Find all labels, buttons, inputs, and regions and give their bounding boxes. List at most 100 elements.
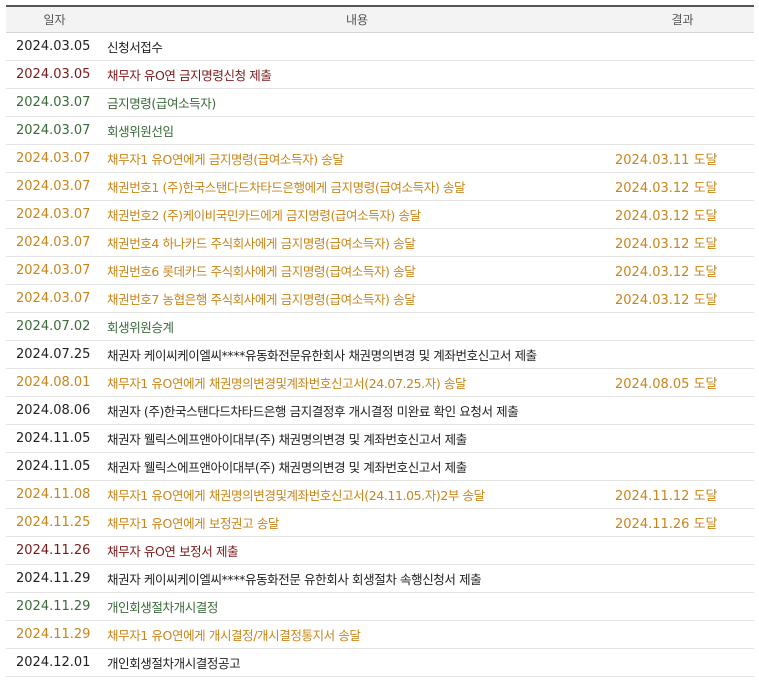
- result-cell: [611, 88, 754, 117]
- date-cell: 2024.11.05: [6, 452, 103, 481]
- date-cell: 2024.08.01: [6, 368, 103, 397]
- date-cell: 2024.03.07: [6, 284, 103, 313]
- table-row: 2024.11.29 채무자1 유O연에게 개시결정/개시결정통지서 송달: [6, 620, 754, 649]
- table-row: 2024.11.08 채무자1 유O연에게 채권명의변경및계좌번호신고서(24.1…: [6, 480, 754, 509]
- result-cell: [611, 592, 754, 621]
- result-cell: 2024.03.12 도달: [611, 284, 754, 313]
- date-cell: 2024.03.07: [6, 228, 103, 257]
- date-cell: 2024.03.07: [6, 200, 103, 229]
- table-row: 2024.03.07 금지명령(급여소득자): [6, 88, 754, 117]
- date-cell: 2024.08.06: [6, 396, 103, 425]
- result-cell: [611, 536, 754, 565]
- date-cell: 2024.11.08: [6, 480, 103, 509]
- table-row: 2024.08.01 채무자1 유O연에게 채권명의변경및계좌번호신고서(24.0…: [6, 368, 754, 397]
- table-row: 2024.11.29 채권자 케이씨케이엘씨****유동화전문 유한회사 회생절차…: [6, 564, 754, 593]
- result-cell: 2024.03.12 도달: [611, 200, 754, 229]
- content-cell: 채무자1 유O연에게 보정권고 송달: [103, 508, 611, 537]
- content-cell: 채권자 웰릭스에프앤아이대부(주) 채권명의변경 및 계좌번호신고서 제출: [103, 452, 611, 481]
- result-cell: [611, 32, 754, 61]
- content-cell: 신청서접수: [103, 32, 611, 61]
- content-cell: 채권번호2 (주)케이비국민카드에게 금지명령(급여소득자) 송달: [103, 200, 611, 229]
- date-cell: 2024.03.05: [6, 32, 103, 61]
- table-row: 2024.11.29 개인회생절차개시결정: [6, 592, 754, 621]
- result-cell: [611, 620, 754, 649]
- content-cell: 채권자 케이씨케이엘씨****유동화전문유한회사 채권명의변경 및 계좌번호신고…: [103, 340, 611, 369]
- result-cell: 2024.03.12 도달: [611, 172, 754, 201]
- content-cell: 개인회생절차개시결정: [103, 592, 611, 621]
- date-cell: 2024.11.29: [6, 620, 103, 649]
- content-cell: 채무자1 유O연에게 개시결정/개시결정통지서 송달: [103, 620, 611, 649]
- result-cell: 2024.11.26 도달: [611, 508, 754, 537]
- date-cell: 2024.03.07: [6, 256, 103, 285]
- result-cell: 2024.03.11 도달: [611, 144, 754, 173]
- result-cell: 2024.11.12 도달: [611, 480, 754, 509]
- header-row: 일자 내용 결과: [6, 5, 754, 33]
- table-row: 2024.03.07 채권번호6 롯데카드 주식회사에게 금지명령(급여소득자) …: [6, 256, 754, 285]
- table-row: 2024.11.25 채무자1 유O연에게 보정권고 송달 2024.11.26 도…: [6, 508, 754, 537]
- content-cell: 금지명령(급여소득자): [103, 88, 611, 117]
- date-cell: 2024.11.05: [6, 424, 103, 453]
- header-result: 결과: [611, 5, 754, 33]
- case-progress-panel: 일자 내용 결과 2024.03.05 신청서접수 2024.03.05 채무자 유O…: [6, 5, 754, 677]
- table-body: 2024.03.05 신청서접수 2024.03.05 채무자 유O연 금지명령신청 …: [6, 32, 754, 677]
- content-cell: 채권번호4 하나카드 주식회사에게 금지명령(급여소득자) 송달: [103, 228, 611, 257]
- result-cell: [611, 648, 754, 677]
- table-row: 2024.03.07 채권번호1 (주)한국스탠다드차타드은행에게 금지명령(급여…: [6, 172, 754, 201]
- result-cell: [611, 452, 754, 481]
- content-cell: 개인회생절차개시결정공고: [103, 648, 611, 677]
- table-row: 2024.11.05 채권자 웰릭스에프앤아이대부(주) 채권명의변경 및 계좌번…: [6, 424, 754, 453]
- content-cell: 회생위원선임: [103, 116, 611, 145]
- date-cell: 2024.11.29: [6, 592, 103, 621]
- date-cell: 2024.07.25: [6, 340, 103, 369]
- table-row: 2024.03.07 채권번호2 (주)케이비국민카드에게 금지명령(급여소득자)…: [6, 200, 754, 229]
- content-cell: 채무자1 유O연에게 금지명령(급여소득자) 송달: [103, 144, 611, 173]
- content-cell: 채무자1 유O연에게 채권명의변경및계좌번호신고서(24.07.25.자) 송달: [103, 368, 611, 397]
- date-cell: 2024.11.29: [6, 564, 103, 593]
- content-cell: 회생위원승계: [103, 312, 611, 341]
- result-cell: [611, 396, 754, 425]
- result-cell: [611, 564, 754, 593]
- table-row: 2024.12.01 개인회생절차개시결정공고: [6, 648, 754, 677]
- result-cell: [611, 312, 754, 341]
- header-date: 일자: [6, 5, 103, 33]
- table-row: 2024.07.02 회생위원승계: [6, 312, 754, 341]
- content-cell: 채권자 (주)한국스탠다드차타드은행 금지결정후 개시결정 미완료 확인 요청서…: [103, 396, 611, 425]
- date-cell: 2024.12.01: [6, 648, 103, 677]
- content-cell: 채권자 케이씨케이엘씨****유동화전문 유한회사 회생절차 속행신청서 제출: [103, 564, 611, 593]
- table-row: 2024.03.05 신청서접수: [6, 32, 754, 61]
- date-cell: 2024.03.07: [6, 144, 103, 173]
- date-cell: 2024.11.25: [6, 508, 103, 537]
- table-row: 2024.07.25 채권자 케이씨케이엘씨****유동화전문유한회사 채권명의변…: [6, 340, 754, 369]
- table-row: 2024.03.07 회생위원선임: [6, 116, 754, 145]
- table-header: 일자 내용 결과: [6, 5, 754, 33]
- date-cell: 2024.07.02: [6, 312, 103, 341]
- date-cell: 2024.03.07: [6, 116, 103, 145]
- result-cell: [611, 424, 754, 453]
- table-row: 2024.03.07 채권번호7 농협은행 주식회사에게 금지명령(급여소득자) …: [6, 284, 754, 313]
- table-row: 2024.08.06 채권자 (주)한국스탠다드차타드은행 금지결정후 개시결정 …: [6, 396, 754, 425]
- date-cell: 2024.03.07: [6, 172, 103, 201]
- result-cell: 2024.03.12 도달: [611, 228, 754, 257]
- result-cell: [611, 340, 754, 369]
- content-cell: 채권번호6 롯데카드 주식회사에게 금지명령(급여소득자) 송달: [103, 256, 611, 285]
- date-cell: 2024.03.07: [6, 88, 103, 117]
- content-cell: 채권자 웰릭스에프앤아이대부(주) 채권명의변경 및 계좌번호신고서 제출: [103, 424, 611, 453]
- table-row: 2024.03.07 채무자1 유O연에게 금지명령(급여소득자) 송달 2024.…: [6, 144, 754, 173]
- content-cell: 채무자1 유O연에게 채권명의변경및계좌번호신고서(24.11.05.자)2부 …: [103, 480, 611, 509]
- content-cell: 채권번호7 농협은행 주식회사에게 금지명령(급여소득자) 송달: [103, 284, 611, 313]
- result-cell: [611, 60, 754, 89]
- table-row: 2024.03.05 채무자 유O연 금지명령신청 제출: [6, 60, 754, 89]
- result-cell: 2024.08.05 도달: [611, 368, 754, 397]
- result-cell: [611, 116, 754, 145]
- content-cell: 채권번호1 (주)한국스탠다드차타드은행에게 금지명령(급여소득자) 송달: [103, 172, 611, 201]
- table-row: 2024.11.26 채무자 유O연 보정서 제출: [6, 536, 754, 565]
- table-row: 2024.11.05 채권자 웰릭스에프앤아이대부(주) 채권명의변경 및 계좌번…: [6, 452, 754, 481]
- result-cell: 2024.03.12 도달: [611, 256, 754, 285]
- table-row: 2024.03.07 채권번호4 하나카드 주식회사에게 금지명령(급여소득자) …: [6, 228, 754, 257]
- date-cell: 2024.03.05: [6, 60, 103, 89]
- date-cell: 2024.11.26: [6, 536, 103, 565]
- header-content: 내용: [103, 5, 611, 33]
- content-cell: 채무자 유O연 금지명령신청 제출: [103, 60, 611, 89]
- content-cell: 채무자 유O연 보정서 제출: [103, 536, 611, 565]
- case-progress-table: 일자 내용 결과 2024.03.05 신청서접수 2024.03.05 채무자 유O…: [6, 5, 754, 677]
